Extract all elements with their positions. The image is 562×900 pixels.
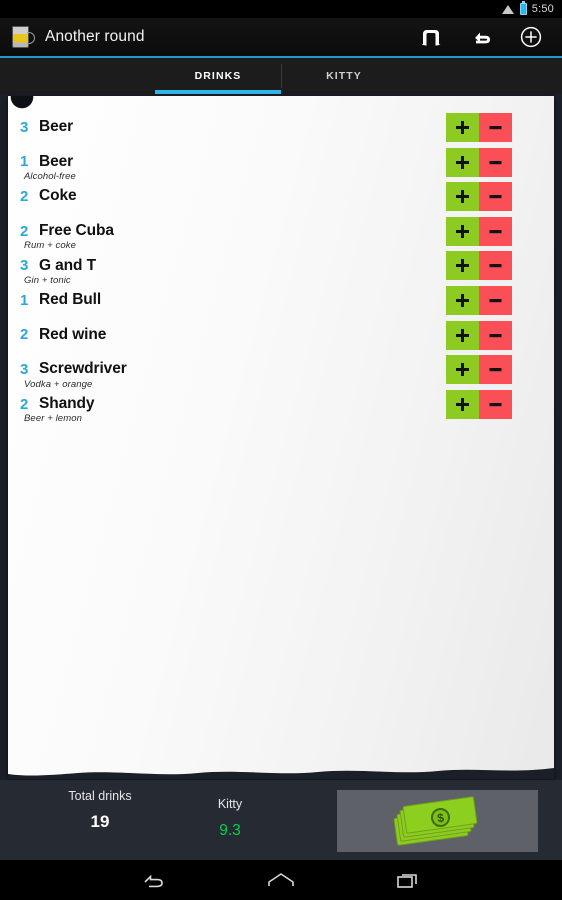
drinks-sheet: 3 Beer 1 Beer Alcohol-free 2 Coke 2 Free… xyxy=(8,96,554,779)
drink-quantity: 1 xyxy=(20,153,29,171)
increment-button[interactable] xyxy=(446,355,479,385)
list-item[interactable]: 1 Beer Alcohol-free xyxy=(8,145,554,182)
status-bar: 5:50 xyxy=(0,0,562,18)
tab-kitty[interactable]: KITTY xyxy=(281,58,407,94)
row-controls xyxy=(446,355,512,385)
kitty-pay-button[interactable]: $ xyxy=(337,790,538,852)
tab-bar-spacer-right xyxy=(407,58,562,94)
row-controls xyxy=(446,389,512,419)
row-controls xyxy=(446,147,512,177)
list-item[interactable]: 2 Coke xyxy=(8,179,554,214)
action-bar-buttons xyxy=(418,24,552,50)
drink-quantity: 2 xyxy=(20,326,29,344)
battery-icon xyxy=(519,1,527,15)
row-controls xyxy=(446,216,512,246)
drink-name: Red wine xyxy=(39,325,107,343)
decrement-button[interactable] xyxy=(479,285,512,315)
decrement-button[interactable] xyxy=(479,182,512,212)
row-controls xyxy=(446,251,512,281)
tab-bar: DRINKS KITTY xyxy=(0,58,562,94)
list-item[interactable]: 3 Beer xyxy=(8,110,554,145)
drink-name: Free Cuba xyxy=(39,222,114,240)
list-item[interactable]: 3 G and T Gin + tonic xyxy=(8,248,554,286)
list-item[interactable]: 2 Red wine xyxy=(8,318,554,353)
tab-bar-spacer-left xyxy=(0,58,155,94)
kitty-value: 9.3 xyxy=(219,822,241,839)
decrement-button[interactable] xyxy=(479,320,512,350)
decrement-button[interactable] xyxy=(479,389,512,419)
drink-name: Screwdriver xyxy=(39,360,127,378)
decrement-button[interactable] xyxy=(479,147,512,177)
drink-quantity: 3 xyxy=(20,360,29,378)
back-icon[interactable] xyxy=(133,866,175,894)
drinks-list: 3 Beer 1 Beer Alcohol-free 2 Coke 2 Free… xyxy=(8,110,554,425)
row-controls xyxy=(446,182,512,212)
status-clock: 5:50 xyxy=(531,3,554,15)
list-item[interactable]: 2 Shandy Beer + lemon xyxy=(8,387,554,425)
drink-quantity: 2 xyxy=(20,222,29,240)
drink-subtitle: Beer + lemon xyxy=(24,413,82,425)
increment-button[interactable] xyxy=(446,320,479,350)
kitty-label: Kitty xyxy=(217,797,243,811)
decrement-button[interactable] xyxy=(479,113,512,142)
tab-drinks-label: DRINKS xyxy=(194,70,242,82)
undo-icon[interactable] xyxy=(468,24,494,50)
add-icon[interactable] xyxy=(518,24,544,50)
decrement-button[interactable] xyxy=(479,216,512,246)
recents-icon[interactable] xyxy=(387,866,429,894)
row-controls xyxy=(446,320,512,350)
tab-kitty-label: KITTY xyxy=(326,70,362,82)
drink-name: Coke xyxy=(39,187,77,205)
row-controls xyxy=(446,285,512,315)
group-icon[interactable] xyxy=(418,24,444,50)
drink-name: Beer xyxy=(39,118,74,136)
row-controls xyxy=(446,113,512,142)
list-item[interactable]: 3 Screwdriver Vodka + orange xyxy=(8,352,554,390)
system-nav-bar xyxy=(0,860,562,900)
home-icon[interactable] xyxy=(260,866,302,894)
action-bar: Another round xyxy=(0,18,562,58)
decrement-button[interactable] xyxy=(479,355,512,385)
list-item[interactable]: 2 Free Cuba Rum + coke xyxy=(8,214,554,251)
tab-drinks[interactable]: DRINKS xyxy=(155,58,281,94)
kitty-block: Kitty 9.3 xyxy=(160,797,300,840)
drink-quantity: 2 xyxy=(20,187,29,205)
decrement-button[interactable] xyxy=(479,251,512,281)
increment-button[interactable] xyxy=(446,285,479,315)
drink-name: Beer xyxy=(39,152,74,170)
drink-name: Red Bull xyxy=(39,291,102,309)
drink-quantity: 2 xyxy=(20,395,29,413)
beer-mug-icon xyxy=(10,24,36,50)
increment-button[interactable] xyxy=(446,216,479,246)
increment-button[interactable] xyxy=(446,147,479,177)
money-stack-icon: $ xyxy=(392,796,481,846)
wifi-icon xyxy=(501,4,515,14)
drink-quantity: 3 xyxy=(20,257,29,275)
drink-name: Shandy xyxy=(39,395,95,413)
drink-name: G and T xyxy=(39,256,96,274)
drink-quantity: 1 xyxy=(20,291,29,309)
increment-button[interactable] xyxy=(446,251,479,281)
list-item[interactable]: 1 Red Bull xyxy=(8,283,554,318)
increment-button[interactable] xyxy=(446,389,479,419)
page-title: Another round xyxy=(45,28,145,45)
increment-button[interactable] xyxy=(446,182,479,212)
drink-quantity: 3 xyxy=(20,118,29,136)
app-root: 5:50 Another round DRINKS KITTY 3 Beer 1… xyxy=(0,0,562,900)
increment-button[interactable] xyxy=(446,113,479,142)
